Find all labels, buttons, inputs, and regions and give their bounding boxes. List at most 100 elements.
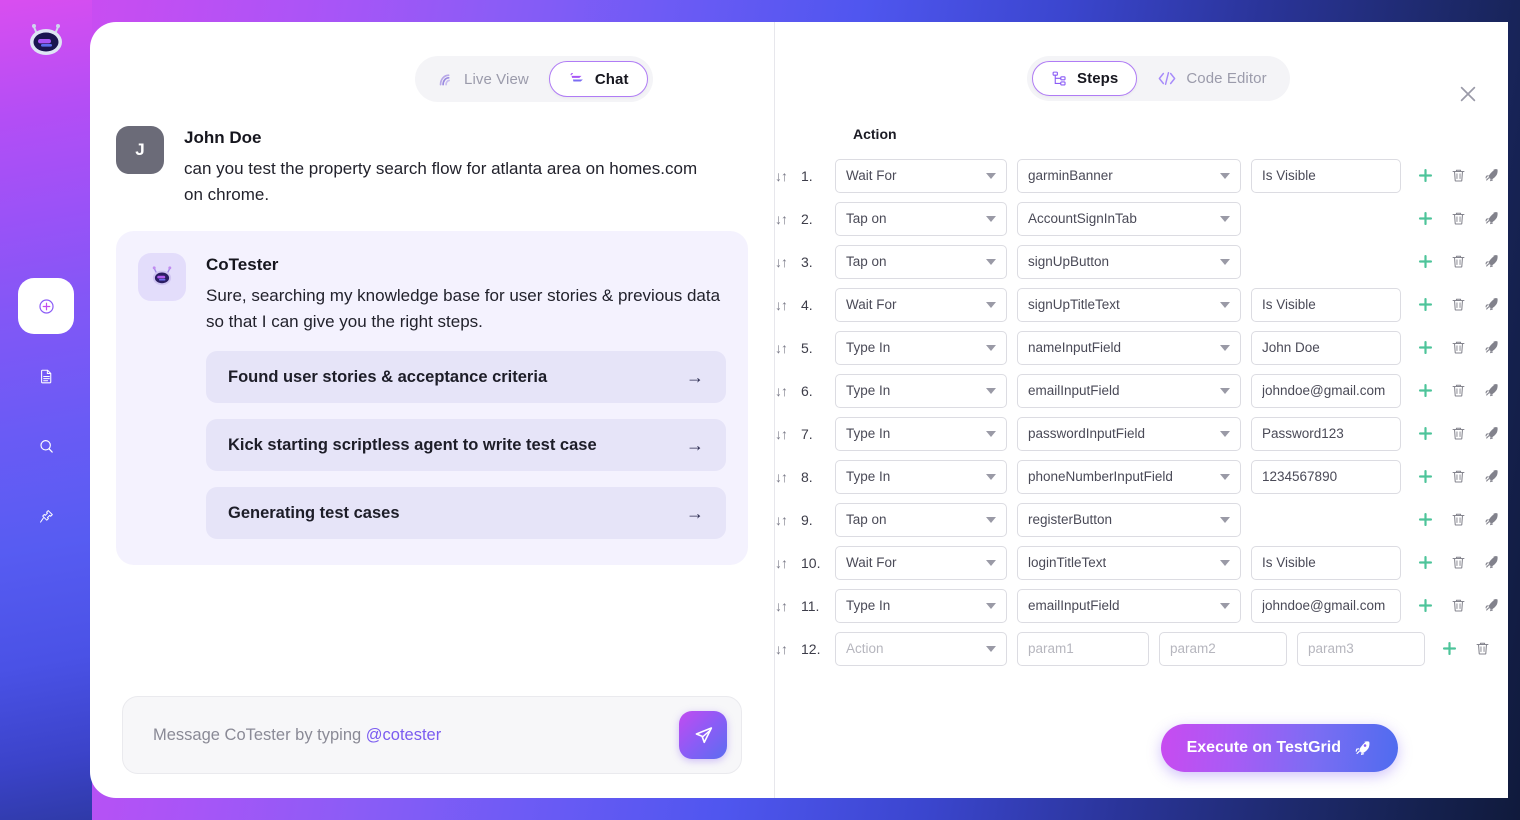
reorder-arrows-icon[interactable]: ↓↑ bbox=[775, 340, 801, 356]
step-value-input[interactable]: Is Visible bbox=[1251, 545, 1401, 580]
delete-step-button[interactable] bbox=[1450, 296, 1467, 313]
delete-step-button[interactable] bbox=[1450, 167, 1467, 184]
step-value-input[interactable]: John Doe bbox=[1251, 330, 1401, 365]
delete-step-button[interactable] bbox=[1450, 210, 1467, 227]
step-target-select[interactable]: AccountSignInTab bbox=[1017, 201, 1241, 236]
step-target-select[interactable]: nameInputField bbox=[1017, 330, 1241, 365]
add-step-button[interactable] bbox=[1417, 339, 1434, 356]
add-step-button[interactable] bbox=[1417, 554, 1434, 571]
step-action-select[interactable]: Tap on bbox=[835, 201, 1007, 236]
step-target-select[interactable]: emailInputField bbox=[1017, 588, 1241, 623]
add-step-button[interactable] bbox=[1417, 210, 1434, 227]
run-step-button[interactable] bbox=[1483, 554, 1500, 571]
run-step-button[interactable] bbox=[1483, 511, 1500, 528]
add-step-button[interactable] bbox=[1441, 640, 1458, 657]
delete-step-button[interactable] bbox=[1450, 597, 1467, 614]
step-action-select[interactable]: Wait For bbox=[835, 545, 1007, 580]
chat-action-card[interactable]: Kick starting scriptless agent to write … bbox=[206, 419, 726, 472]
step-action-select[interactable]: Wait For bbox=[835, 287, 1007, 322]
run-step-button[interactable] bbox=[1483, 425, 1500, 442]
run-step-button[interactable] bbox=[1483, 597, 1500, 614]
chat-action-card[interactable]: Found user stories & acceptance criteria… bbox=[206, 351, 726, 404]
run-step-button[interactable] bbox=[1483, 382, 1500, 399]
delete-step-button[interactable] bbox=[1450, 554, 1467, 571]
step-target-select[interactable]: passwordInputField bbox=[1017, 416, 1241, 451]
delete-step-button[interactable] bbox=[1450, 382, 1467, 399]
send-button[interactable] bbox=[679, 711, 727, 759]
add-step-button[interactable] bbox=[1417, 382, 1434, 399]
step-action-select[interactable]: Type In bbox=[835, 373, 1007, 408]
reorder-arrows-icon[interactable]: ↓↑ bbox=[775, 641, 801, 657]
add-step-button[interactable] bbox=[1417, 597, 1434, 614]
reorder-arrows-icon[interactable]: ↓↑ bbox=[775, 426, 801, 442]
step-target-select[interactable]: loginTitleText bbox=[1017, 545, 1241, 580]
reorder-arrows-icon[interactable]: ↓↑ bbox=[775, 211, 801, 227]
step-action-select[interactable]: Tap on bbox=[835, 502, 1007, 537]
sidebar-item-new-chat[interactable] bbox=[18, 278, 74, 334]
tab-code-editor[interactable]: Code Editor bbox=[1139, 62, 1284, 95]
tab-live-view[interactable]: Live View bbox=[420, 63, 547, 96]
step-target-select[interactable]: signUpButton bbox=[1017, 244, 1241, 279]
step-value-input[interactable]: Is Visible bbox=[1251, 287, 1401, 322]
tab-steps[interactable]: Steps bbox=[1032, 61, 1138, 96]
tab-chat[interactable]: Chat bbox=[548, 61, 648, 97]
add-step-button[interactable] bbox=[1417, 296, 1434, 313]
reorder-arrows-icon[interactable]: ↓↑ bbox=[775, 512, 801, 528]
reorder-arrows-icon[interactable]: ↓↑ bbox=[775, 297, 801, 313]
reorder-arrows-icon[interactable]: ↓↑ bbox=[775, 254, 801, 270]
step-target-select[interactable]: emailInputField bbox=[1017, 373, 1241, 408]
step-action-select[interactable]: Type In bbox=[835, 459, 1007, 494]
reorder-arrows-icon[interactable]: ↓↑ bbox=[775, 555, 801, 571]
row-action-buttons bbox=[1417, 468, 1500, 485]
step-param1-input[interactable]: param1 bbox=[1017, 631, 1149, 666]
step-target-select[interactable]: garminBanner bbox=[1017, 158, 1241, 193]
step-target-select[interactable]: signUpTitleText bbox=[1017, 287, 1241, 322]
delete-step-button[interactable] bbox=[1450, 339, 1467, 356]
run-step-button[interactable] bbox=[1483, 253, 1500, 270]
step-value-input[interactable]: Password123 bbox=[1251, 416, 1401, 451]
run-step-button[interactable] bbox=[1483, 468, 1500, 485]
step-action-select[interactable]: Wait For bbox=[835, 158, 1007, 193]
step-value-input[interactable]: johndoe@gmail.com bbox=[1251, 373, 1401, 408]
add-step-button[interactable] bbox=[1417, 425, 1434, 442]
close-panel-button[interactable] bbox=[1456, 82, 1480, 106]
add-step-button[interactable] bbox=[1417, 167, 1434, 184]
run-step-button[interactable] bbox=[1483, 210, 1500, 227]
add-step-button[interactable] bbox=[1417, 468, 1434, 485]
add-step-button[interactable] bbox=[1417, 253, 1434, 270]
step-action-select[interactable]: Type In bbox=[835, 416, 1007, 451]
add-step-button[interactable] bbox=[1417, 511, 1434, 528]
reorder-arrows-icon[interactable]: ↓↑ bbox=[775, 383, 801, 399]
delete-step-button[interactable] bbox=[1450, 468, 1467, 485]
message-composer[interactable]: Message CoTester by typing @cotester bbox=[122, 696, 742, 774]
step-value-input[interactable]: Is Visible bbox=[1251, 158, 1401, 193]
chat-action-card[interactable]: Generating test cases → bbox=[206, 487, 726, 540]
step-value-input[interactable]: 1234567890 bbox=[1251, 459, 1401, 494]
delete-step-button[interactable] bbox=[1450, 425, 1467, 442]
reorder-arrows-icon[interactable]: ↓↑ bbox=[775, 168, 801, 184]
step-target-select[interactable]: registerButton bbox=[1017, 502, 1241, 537]
execute-on-testgrid-button[interactable]: Execute on TestGrid bbox=[1160, 724, 1398, 772]
reorder-arrows-icon[interactable]: ↓↑ bbox=[775, 598, 801, 614]
step-action-select[interactable]: Action bbox=[835, 631, 1007, 666]
delete-step-button[interactable] bbox=[1474, 640, 1491, 657]
delete-step-button[interactable] bbox=[1450, 253, 1467, 270]
step-target-select[interactable]: phoneNumberInputField bbox=[1017, 459, 1241, 494]
run-step-button[interactable] bbox=[1483, 167, 1500, 184]
run-step-button[interactable] bbox=[1507, 640, 1508, 657]
step-value-input[interactable]: johndoe@gmail.com bbox=[1251, 588, 1401, 623]
reorder-arrows-icon[interactable]: ↓↑ bbox=[775, 469, 801, 485]
run-step-button[interactable] bbox=[1483, 339, 1500, 356]
sidebar-item-documents[interactable] bbox=[18, 348, 74, 404]
sidebar-item-search[interactable] bbox=[18, 418, 74, 474]
sidebar-item-integrations[interactable] bbox=[18, 488, 74, 544]
step-action-select[interactable]: Tap on bbox=[835, 244, 1007, 279]
message-input[interactable]: Message CoTester by typing @cotester bbox=[153, 726, 679, 745]
run-step-button[interactable] bbox=[1483, 296, 1500, 313]
delete-step-button[interactable] bbox=[1450, 511, 1467, 528]
chat-action-label: Generating test cases bbox=[228, 503, 400, 522]
step-param3-input[interactable]: param3 bbox=[1297, 631, 1425, 666]
step-action-select[interactable]: Type In bbox=[835, 588, 1007, 623]
step-param2-input[interactable]: param2 bbox=[1159, 631, 1287, 666]
step-action-select[interactable]: Type In bbox=[835, 330, 1007, 365]
